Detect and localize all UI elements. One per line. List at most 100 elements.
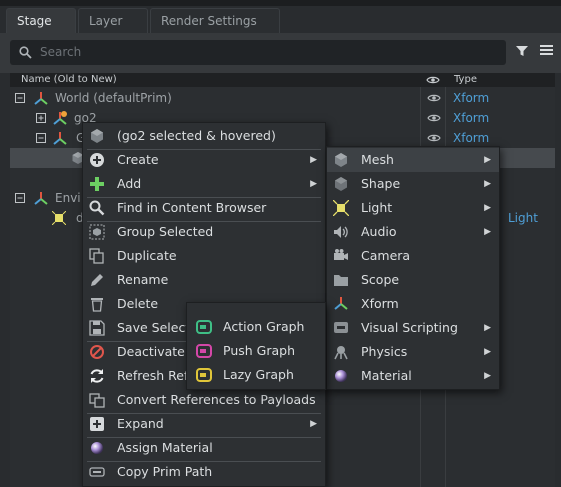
mesh-cube-icon: [335, 153, 347, 167]
menu-item-label: Deactivate: [117, 344, 185, 359]
menu-item-label: Assign Material: [117, 440, 213, 455]
tab-layer[interactable]: Layer: [78, 8, 148, 33]
menu-item-label: Visual Scripting: [361, 320, 458, 335]
visibility-eye-icon[interactable]: [427, 133, 441, 143]
material-sphere-icon: [91, 442, 103, 454]
add-plus-icon: [90, 177, 104, 191]
submenu-arrow-icon: ▶: [484, 227, 491, 237]
lazy-graph-icon: [196, 368, 212, 382]
menu-item-create[interactable]: Create ▶: [83, 148, 325, 172]
menu-item-label: Shape: [361, 176, 401, 191]
window-top-strip: [0, 0, 561, 6]
context-menu-title: (go2 selected & hovered): [83, 124, 325, 148]
menu-item-rename[interactable]: Rename: [83, 268, 325, 292]
menu-item-label: Xform: [361, 296, 399, 311]
menu-item-shape[interactable]: Shape ▶: [327, 172, 499, 196]
menu-item-label: Copy Prim Path: [117, 464, 213, 479]
refresh-icon: [90, 369, 104, 383]
menu-item-label: Lazy Graph: [223, 367, 294, 382]
tree-row-type: Xform: [453, 131, 490, 145]
tree-row-type: Xform: [453, 111, 490, 125]
collapse-toggle-icon[interactable]: [36, 133, 46, 143]
menu-item-visual-scripting[interactable]: Visual Scripting ▶: [327, 316, 499, 340]
submenu-arrow-icon: ▶: [484, 203, 491, 213]
duplicate-icon: [89, 248, 104, 264]
tree-row-world[interactable]: World (defaultPrim) Xform: [10, 88, 555, 108]
menu-item-label: Group Selected: [117, 224, 214, 239]
submenu-arrow-icon: ▶: [484, 179, 491, 189]
menu-item-duplicate[interactable]: Duplicate: [83, 244, 325, 268]
menu-item-material[interactable]: Material ▶: [327, 364, 499, 388]
menu-item-convert-references[interactable]: Convert References to Payloads: [83, 388, 325, 412]
material-sphere-icon: [335, 370, 347, 382]
menu-item-add[interactable]: Add ▶: [83, 172, 325, 196]
menu-item-label: Mesh: [361, 152, 394, 167]
collapse-toggle-icon[interactable]: [15, 93, 25, 103]
visibility-eye-icon[interactable]: [427, 93, 441, 103]
hamburger-menu-icon[interactable]: [540, 44, 553, 56]
menu-item-find-in-content-browser[interactable]: Find in Content Browser: [83, 196, 325, 220]
light-icon: [52, 211, 66, 225]
menu-item-label: Rename: [117, 272, 169, 287]
xform-icon: [53, 132, 67, 145]
submenu-arrow-icon: ▶: [310, 179, 317, 189]
tree-row-label: Envi: [55, 191, 81, 205]
reference-xform-icon: [53, 111, 67, 125]
menu-item-expand[interactable]: Expand ▶: [83, 412, 325, 436]
menu-item-label: Refresh Ref: [117, 368, 189, 383]
menu-item-label: Create: [117, 152, 159, 167]
menu-item-assign-material[interactable]: Assign Material: [83, 436, 325, 460]
submenu-arrow-icon: ▶: [484, 155, 491, 165]
menu-item-lazy-graph[interactable]: Lazy Graph: [187, 363, 325, 387]
create-submenu: Mesh ▶ Shape ▶ Light ▶ Audio ▶ Camera Sc…: [326, 146, 500, 390]
tree-row-label: World (defaultPrim): [55, 91, 172, 105]
menu-item-label: Material: [361, 368, 412, 383]
menu-item-label: Add: [117, 176, 142, 191]
column-header: Name (Old to New) Type: [10, 73, 555, 87]
menu-item-xform[interactable]: Xform: [327, 292, 499, 316]
convert-icon: [89, 393, 105, 408]
pencil-icon: [91, 274, 103, 286]
trash-icon: [91, 298, 103, 312]
deactivate-icon: [90, 345, 104, 359]
expand-toggle-icon[interactable]: [36, 113, 46, 123]
menu-item-label: Expand: [117, 416, 164, 431]
menu-item-group-selected[interactable]: Group Selected: [83, 220, 325, 244]
tab-stage[interactable]: Stage: [6, 8, 76, 33]
menu-item-physics[interactable]: Physics ▶: [327, 340, 499, 364]
xform-icon: [34, 92, 48, 105]
search-icon: [19, 46, 32, 59]
menu-item-copy-prim-path[interactable]: Copy Prim Path: [83, 460, 325, 484]
filter-icon[interactable]: [515, 44, 529, 58]
camera-icon: [334, 249, 348, 260]
light-icon: [333, 200, 349, 216]
menu-item-mesh[interactable]: Mesh ▶: [327, 148, 499, 172]
expand-icon: [90, 417, 104, 431]
menu-item-light[interactable]: Light ▶: [327, 196, 499, 220]
tab-render-settings[interactable]: Render Settings: [150, 8, 280, 33]
shape-cube-icon: [335, 177, 347, 191]
speaker-icon: [334, 226, 348, 238]
menu-item-audio[interactable]: Audio ▶: [327, 220, 499, 244]
menu-item-label: Light: [361, 200, 393, 215]
save-icon: [89, 320, 105, 336]
column-name-header[interactable]: Name (Old to New): [21, 74, 117, 85]
menu-item-push-graph[interactable]: Push Graph: [187, 339, 325, 363]
submenu-arrow-icon: ▶: [484, 323, 491, 333]
menu-item-label: Camera: [361, 248, 411, 263]
visibility-eye-icon[interactable]: [427, 113, 441, 123]
prim-icon: [91, 129, 103, 143]
column-type-header[interactable]: Type: [454, 74, 477, 85]
collapse-toggle-icon[interactable]: [15, 193, 25, 203]
menu-item-scope[interactable]: Scope: [327, 268, 499, 292]
xform-icon: [34, 192, 48, 205]
action-graph-icon: [196, 320, 212, 334]
visibility-header-eye-icon: [426, 76, 440, 84]
search-input[interactable]: Search: [10, 40, 506, 65]
menu-item-camera[interactable]: Camera: [327, 244, 499, 268]
search-placeholder: Search: [40, 45, 82, 59]
menu-item-label: Convert References to Payloads: [117, 392, 316, 407]
submenu-arrow-icon: ▶: [310, 155, 317, 165]
menu-item-label: Delete: [117, 296, 159, 311]
menu-item-action-graph[interactable]: Action Graph: [187, 315, 325, 339]
